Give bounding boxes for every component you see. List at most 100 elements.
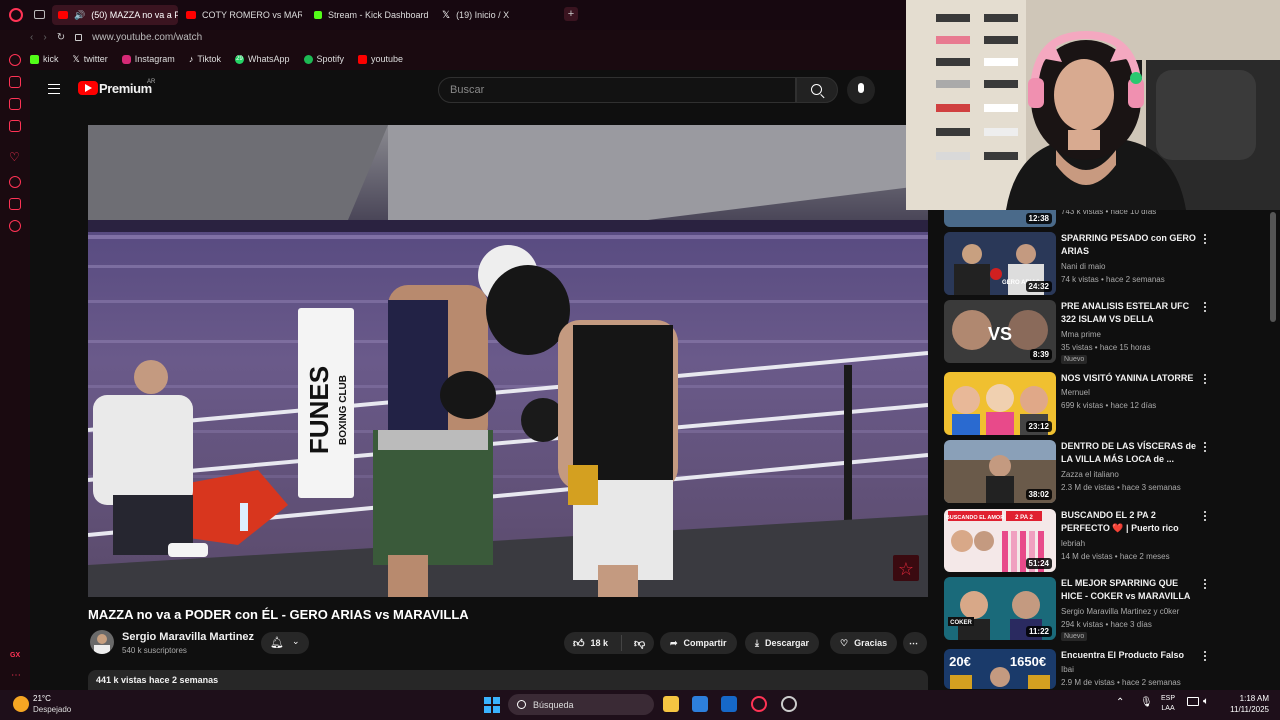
weather-temperature[interactable]: 21°C [33,694,51,703]
video-thumbnail[interactable]: GERO ARIAS 24:32 [944,232,1056,295]
bookmark-spotify[interactable]: Spotify [303,54,344,64]
thanks-button[interactable]: ♡ Gracias [830,632,898,654]
bookmark-kick[interactable]: kick [30,54,59,64]
weather-sun-icon[interactable] [13,696,29,712]
bookmark-youtube[interactable]: youtube [358,54,403,64]
video-channel[interactable]: Ibai [1061,665,1074,674]
forward-icon[interactable]: › [43,32,46,43]
more-icon[interactable] [1204,302,1207,314]
video-thumbnail[interactable]: 20€ 1650€ [944,649,1056,689]
more-actions-button[interactable]: ⋯ [903,632,927,654]
bookmark-twitter[interactable]: 𝕏twitter [73,54,108,65]
twitch-icon[interactable] [9,76,21,88]
more-icon[interactable] [1204,442,1207,454]
new-tab-button[interactable]: + [564,7,578,21]
video-channel[interactable]: Zazza el italiano [1061,470,1119,479]
video-thumbnail[interactable]: VS 8:39 [944,300,1056,363]
like-count: 18 k [590,638,609,648]
video-title[interactable]: DENTRO DE LAS VÍSCERAS de LA VILLA MÁS L… [1061,440,1201,466]
like-button[interactable]: 👍︎ 18 k [564,635,622,651]
more-icon[interactable] [1204,579,1207,591]
search-input[interactable]: Buscar [438,77,796,103]
extensions-icon[interactable] [9,198,21,210]
video-player[interactable]: FUNES BOXING CLUB ☆ [88,125,928,597]
bookmark-instagram[interactable]: Instagram [121,54,175,64]
tab-x[interactable]: 𝕏 (19) Inicio / X [436,5,556,25]
heart-icon[interactable]: ♡ [9,150,20,164]
weather-description[interactable]: Despejado [33,705,71,714]
tab-overview-icon[interactable] [34,10,45,19]
address-bar[interactable]: ‹ › ↻ www.youtube.com/watch [30,28,906,46]
settings-icon[interactable] [9,220,21,232]
clock[interactable]: 1:18 AM 11/11/2025 [1227,693,1269,715]
bookmark-tiktok[interactable]: ♪ Tiktok [189,54,221,64]
video-channel[interactable]: lebriah [1061,539,1085,548]
video-channel[interactable]: Mernuel [1061,388,1090,397]
volume-icon[interactable]: 🔈︎ [1203,696,1209,707]
more-icon[interactable] [1204,234,1207,246]
recommendation-item[interactable]: 20€ 1650€ Encuentra El Producto Falso Ib… [944,649,1224,689]
discord-icon[interactable] [9,98,21,110]
back-icon[interactable]: ‹ [30,32,33,43]
video-channel[interactable]: Nani di maio [1061,262,1105,271]
hamburger-menu-icon[interactable] [48,84,60,94]
taskbar-search-input[interactable]: Búsqueda [508,694,654,715]
microsoft-store-icon[interactable] [692,696,708,712]
video-thumbnail[interactable]: 38:02 [944,440,1056,503]
recommendation-item[interactable]: VS 8:39 PRE ANALISIS ESTELAR UFC 322 ISL… [944,300,1224,364]
channel-avatar[interactable] [90,630,114,654]
outlook-icon[interactable] [721,696,737,712]
network-icon[interactable] [1187,697,1199,706]
reload-icon[interactable]: ↻ [57,32,65,43]
video-thumbnail[interactable]: BUSCANDO EL AMOR 2 PA 2 51:24 [944,509,1056,572]
more-icon[interactable] [1204,511,1207,523]
search-button[interactable] [796,77,838,103]
video-title[interactable]: Encuentra El Producto Falso [1061,649,1201,662]
steam-icon[interactable] [781,696,797,712]
recommendation-item[interactable]: 23:12 NOS VISITÓ YANINA LATORRE Mernuel … [944,372,1224,436]
dislike-button[interactable]: 👎︎ [628,637,645,650]
recommendation-item[interactable]: COKER 11:22 EL MEJOR SPARRING QUE HICE -… [944,577,1224,641]
chevron-up-icon[interactable]: ⌃ [1116,697,1124,708]
tab-kick[interactable]: Stream - Kick Dashboard [308,5,434,25]
youtube-logo-icon[interactable] [78,81,98,95]
tab-coty[interactable]: COTY ROMERO vs MARA [180,5,302,25]
bookmark-whatsapp[interactable]: 29 WhatsApp [234,54,290,64]
file-explorer-icon[interactable] [663,696,679,712]
voice-search-button[interactable] [847,76,875,104]
video-channel[interactable]: Mma prime [1061,330,1101,339]
url-text[interactable]: www.youtube.com/watch [92,32,202,43]
windows-start-icon[interactable] [484,697,500,713]
scrollbar-thumb[interactable] [1270,212,1276,322]
notification-bell-button[interactable]: 🔔︎ ⌄ [261,632,309,654]
recommendation-item[interactable]: BUSCANDO EL AMOR 2 PA 2 51:24 BUSCANDO E… [944,509,1224,573]
youtube-brand[interactable]: Premium [99,81,152,96]
recommendation-item[interactable]: GERO ARIAS 24:32 SPARRING PESADO con GER… [944,232,1224,296]
star-watermark-icon: ☆ [898,559,914,580]
video-title[interactable]: SPARRING PESADO con GERO ARIAS [1061,232,1201,258]
language-indicator[interactable]: ESP LAA [1161,694,1175,714]
video-channel[interactable]: Sergio Maravilla Martinez y c0ker [1061,607,1179,616]
microphone-icon[interactable]: 🎙︎ [1140,697,1153,708]
aria-icon[interactable] [9,54,21,66]
history-icon[interactable] [9,176,21,188]
opera-menu-icon[interactable] [9,8,23,22]
share-button[interactable]: ➦ Compartir [660,632,737,654]
more-icon[interactable]: ⋯ [11,670,21,681]
more-icon[interactable] [1204,651,1207,663]
video-title[interactable]: EL MEJOR SPARRING QUE HICE - COKER vs MA… [1061,577,1201,603]
video-title[interactable]: BUSCANDO EL 2 PA 2 PERFECTO ❤️ | Puerto … [1061,509,1201,535]
opera-gx-icon[interactable] [751,696,767,712]
recommendation-item[interactable]: 38:02 DENTRO DE LAS VÍSCERAS de LA VILLA… [944,440,1224,504]
thumb-text: COKER [950,620,972,626]
video-thumbnail[interactable]: 23:12 [944,372,1056,435]
video-title[interactable]: PRE ANALISIS ESTELAR UFC 322 ISLAM VS DE… [1061,300,1201,326]
tab-mazza[interactable]: 🔊 (50) MAZZA no va a P [52,5,178,25]
video-title[interactable]: NOS VISITÓ YANINA LATORRE [1061,372,1201,385]
messenger-icon[interactable] [9,120,21,132]
more-icon[interactable] [1204,374,1207,386]
channel-name[interactable]: Sergio Maravilla Martinez [122,631,254,643]
video-thumbnail[interactable]: COKER 11:22 [944,577,1056,640]
gx-icon[interactable]: GX [10,652,20,659]
download-button[interactable]: ⤓ Descargar [745,632,820,654]
